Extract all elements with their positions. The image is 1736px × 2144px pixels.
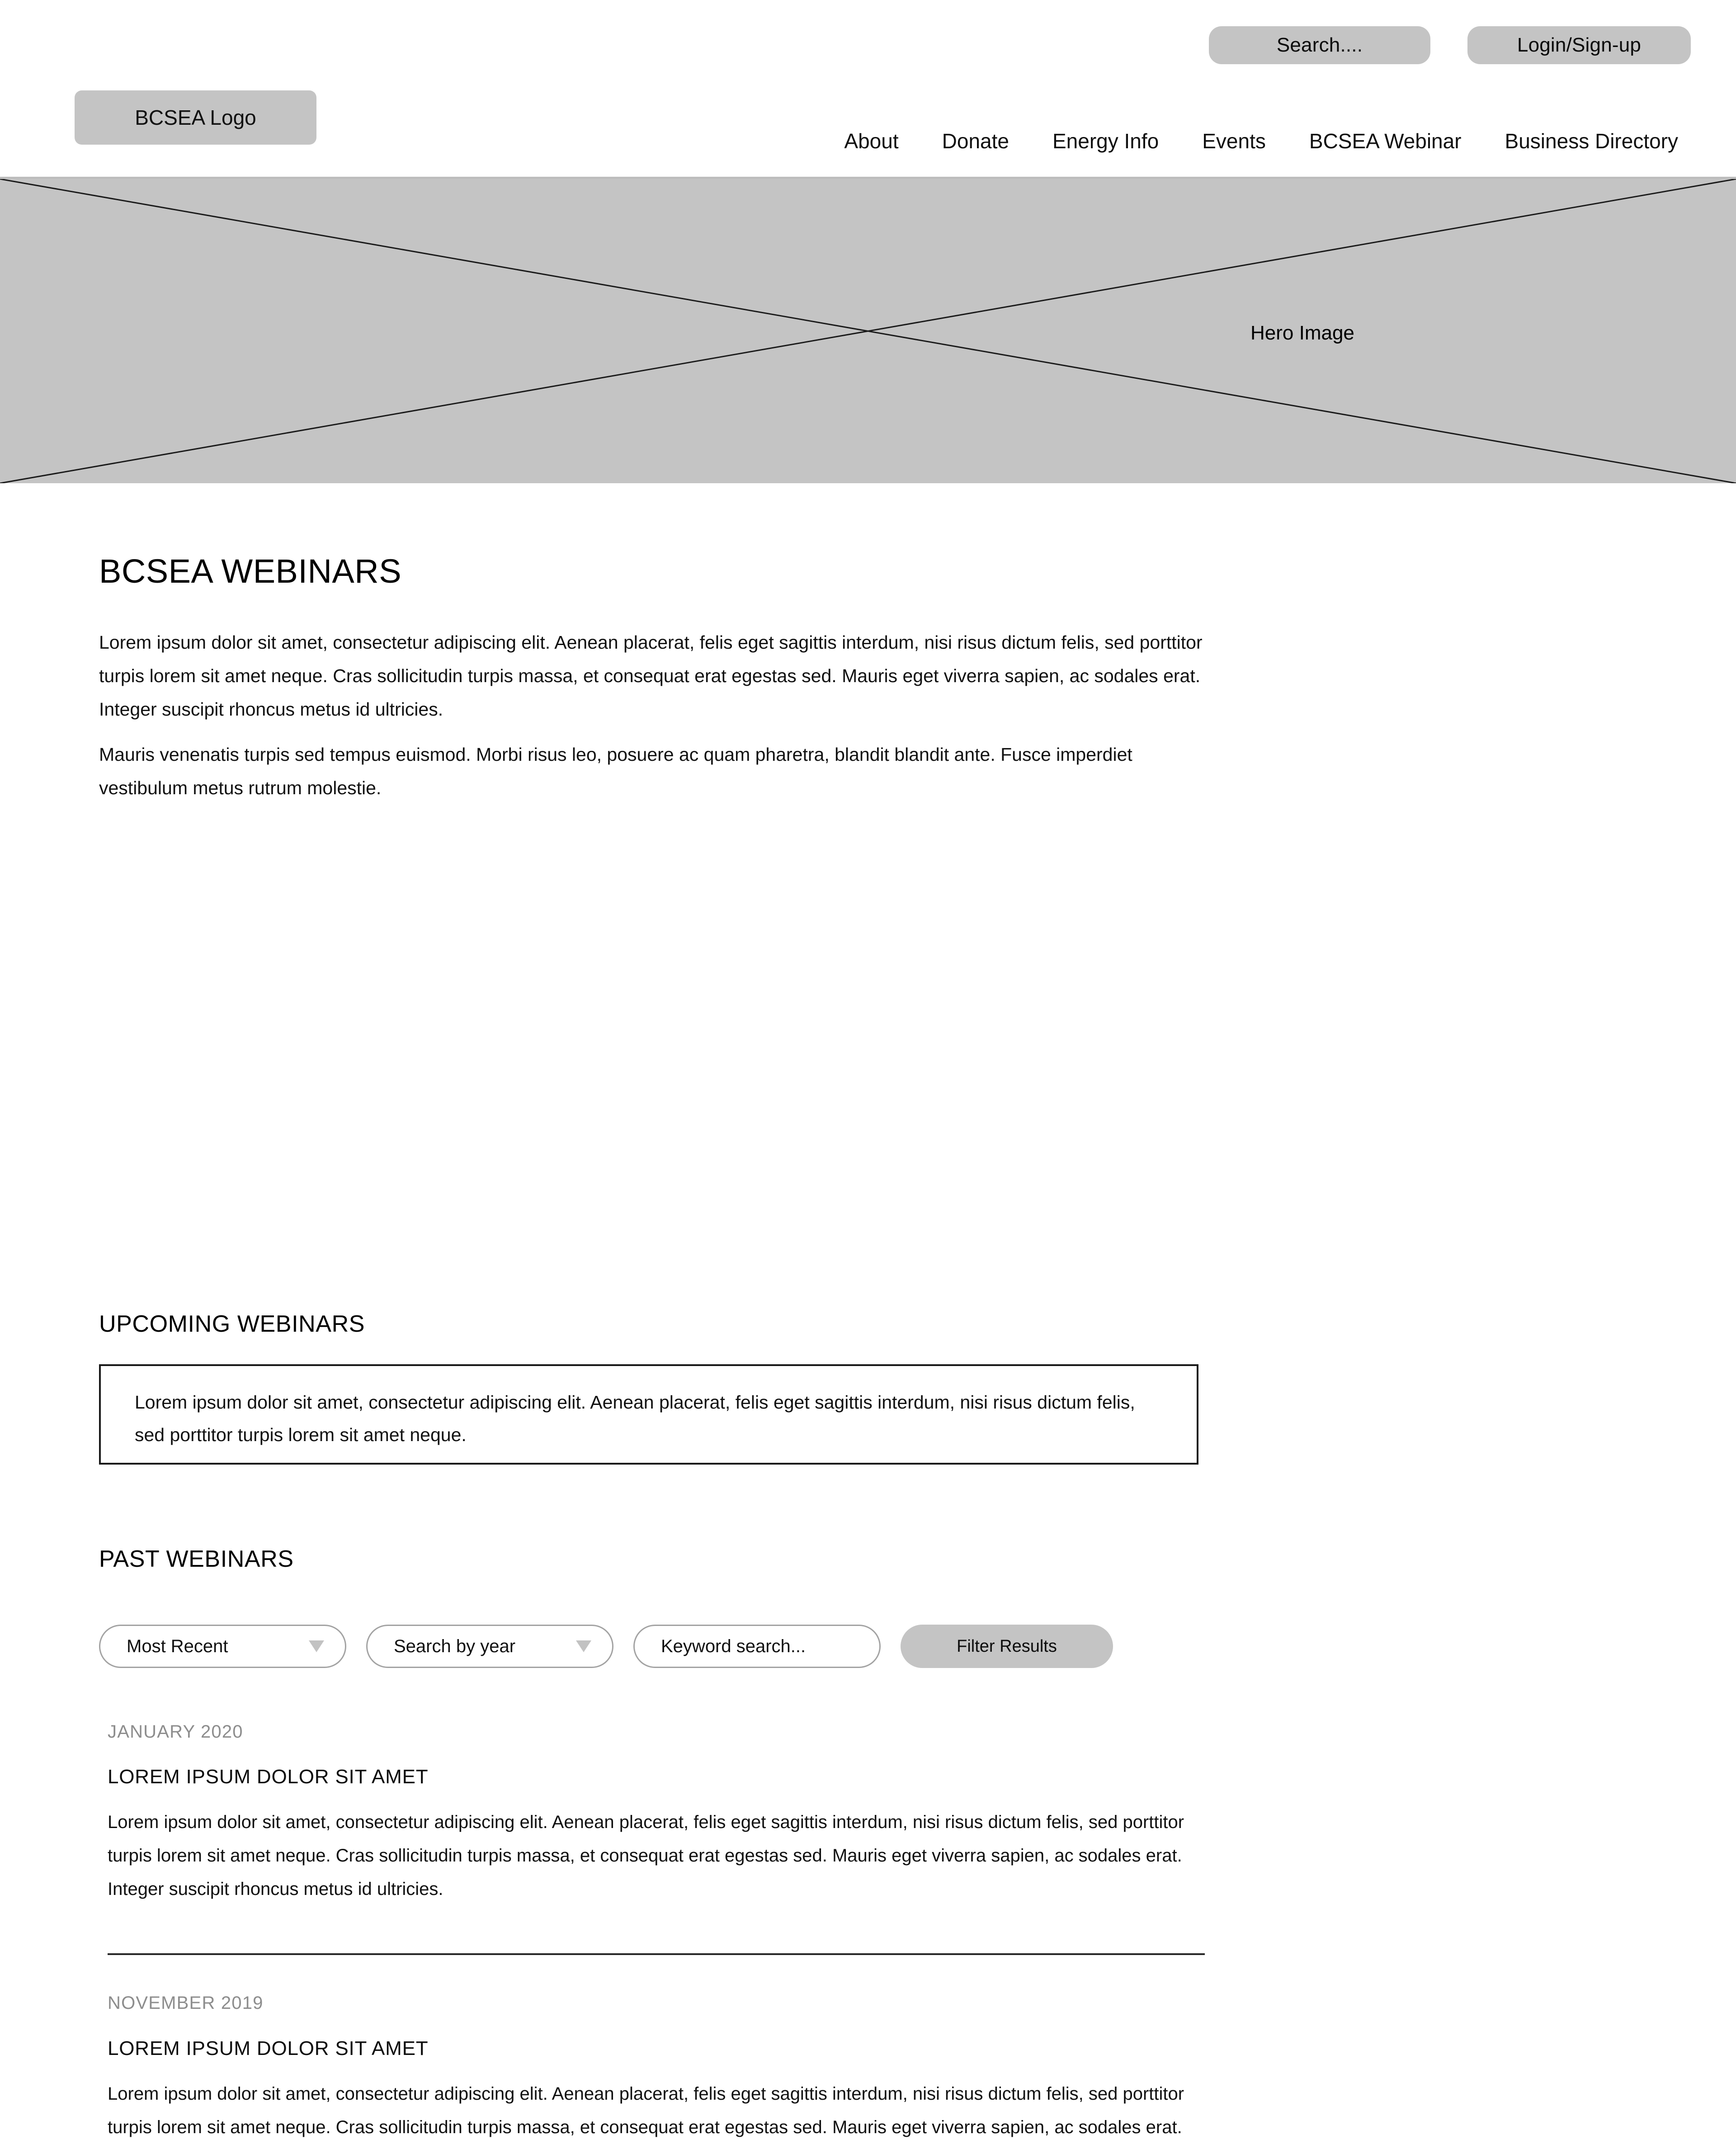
intro-paragraph-1: Lorem ipsum dolor sit amet, consectetur …: [99, 632, 1203, 720]
nav-item-energy-info[interactable]: Energy Info: [1031, 129, 1180, 153]
webinar-date: NOVEMBER 2019: [108, 1993, 264, 2013]
past-webinars-heading: PAST WEBINARS: [99, 1546, 294, 1572]
year-dropdown[interactable]: Search by year: [366, 1625, 613, 1668]
login-signup-button[interactable]: Login/Sign-up: [1467, 26, 1691, 64]
nav-item-donate[interactable]: Donate: [920, 129, 1031, 153]
chevron-down-icon: [309, 1640, 324, 1652]
utility-bar: Search.... Login/Sign-up: [1209, 26, 1691, 64]
nav-item-events[interactable]: Events: [1180, 129, 1288, 153]
image-placeholder-cross-icon: [0, 179, 1736, 483]
sort-dropdown[interactable]: Most Recent: [99, 1625, 346, 1668]
webinar-title[interactable]: LOREM IPSUM DOLOR SIT AMET: [108, 1766, 428, 1788]
sort-dropdown-value: Most Recent: [127, 1636, 228, 1656]
upcoming-webinars-heading: UPCOMING WEBINARS: [99, 1311, 365, 1337]
keyword-search-input[interactable]: Keyword search...: [633, 1625, 881, 1668]
upcoming-webinars-text: Lorem ipsum dolor sit amet, consectetur …: [135, 1392, 1135, 1445]
intro-paragraph-2: Mauris venenatis turpis sed tempus euism…: [99, 744, 1132, 798]
filter-controls: Most Recent Search by year Keyword searc…: [99, 1625, 1113, 1668]
hero-image-label: Hero Image: [1250, 322, 1354, 344]
main-navigation: About Donate Energy Info Events BCSEA We…: [0, 129, 1736, 153]
search-button[interactable]: Search....: [1209, 26, 1430, 64]
upcoming-webinars-box: Lorem ipsum dolor sit amet, consectetur …: [99, 1364, 1198, 1465]
year-dropdown-value: Search by year: [394, 1636, 516, 1656]
chevron-down-icon: [576, 1640, 591, 1652]
nav-item-bcsea-webinar[interactable]: BCSEA Webinar: [1288, 129, 1483, 153]
site-header: Search.... Login/Sign-up BCSEA Logo Abou…: [0, 0, 1736, 179]
hero-image-placeholder: [0, 179, 1736, 483]
keyword-search-placeholder: Keyword search...: [661, 1636, 806, 1656]
webinar-body: Lorem ipsum dolor sit amet, consectetur …: [108, 1812, 1184, 1899]
list-divider: [108, 1953, 1205, 1955]
filter-results-button[interactable]: Filter Results: [901, 1625, 1113, 1668]
page-title: BCSEA WEBINARS: [99, 552, 402, 590]
webinar-date: JANUARY 2020: [108, 1722, 243, 1742]
webinar-title[interactable]: LOREM IPSUM DOLOR SIT AMET: [108, 2037, 428, 2060]
nav-item-business-directory[interactable]: Business Directory: [1483, 129, 1700, 153]
nav-item-about[interactable]: About: [822, 129, 920, 153]
webinar-body: Lorem ipsum dolor sit amet, consectetur …: [108, 2084, 1184, 2137]
